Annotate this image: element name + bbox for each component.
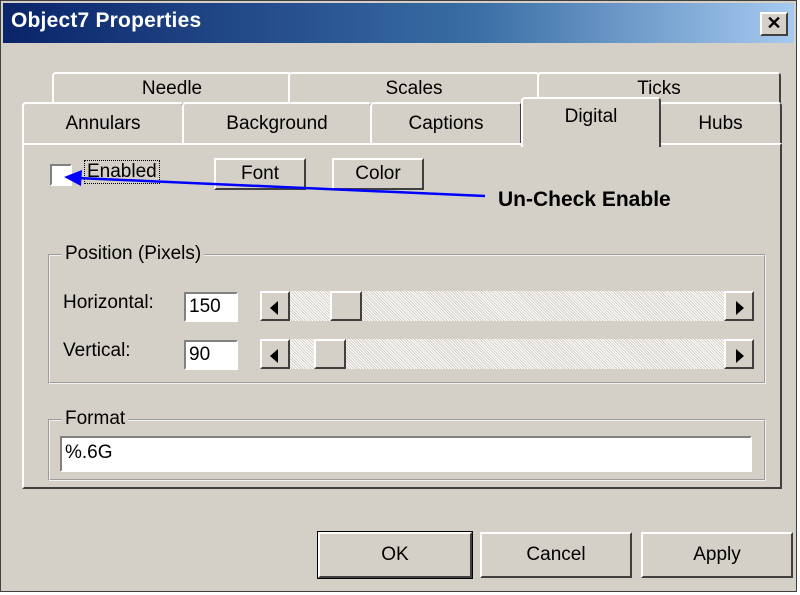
tab-label: Hubs [698,113,743,134]
cancel-button[interactable]: Cancel [480,532,632,578]
scroll-right-arrow-icon [736,301,744,315]
vertical-scrollbar[interactable] [260,339,754,369]
tab-label: Captions [408,113,484,134]
annotation-text: Un-Check Enable [498,188,671,211]
horizontal-scroll-right-button[interactable] [724,291,754,321]
scroll-left-arrow-icon [270,301,278,315]
horizontal-scrollbar[interactable] [260,291,754,321]
tab-annulars[interactable]: Annulars [22,102,184,144]
tab-background[interactable]: Background [182,102,372,144]
scroll-left-arrow-icon [270,349,278,363]
vertical-scroll-left-button[interactable] [260,339,290,369]
vertical-scroll-right-button[interactable] [724,339,754,369]
vertical-value: 90 [189,344,211,365]
horizontal-value: 150 [189,296,221,317]
color-button-label: Color [355,163,401,184]
tab-label: Annulars [65,113,141,134]
tab-needle[interactable]: Needle [52,72,292,106]
cancel-button-label: Cancel [526,544,586,565]
tab-captions[interactable]: Captions [370,102,522,144]
vertical-scroll-thumb[interactable] [314,339,346,369]
close-icon: ✕ [766,13,782,33]
horizontal-scroll-thumb[interactable] [330,291,362,321]
format-legend: Format [62,408,129,430]
tab-label: Needle [141,78,203,99]
ok-button-label: OK [381,544,409,565]
vertical-value-field[interactable]: 90 [184,340,238,370]
vertical-label: Vertical: [63,340,131,361]
font-button-label: Font [240,163,280,184]
font-button[interactable]: Font [214,158,306,190]
tab-label: Scales [385,78,443,99]
tab-digital[interactable]: Digital [521,97,661,147]
horizontal-label: Horizontal: [63,292,154,313]
enabled-checkbox[interactable] [50,164,72,186]
title-bar[interactable]: Object7 Properties ✕ [3,3,794,43]
tab-label: Ticks [637,78,681,99]
tab-label: Digital [564,106,618,127]
tab-scales[interactable]: Scales [288,72,540,106]
enabled-label[interactable]: Enabled [84,160,160,184]
scroll-right-arrow-icon [736,349,744,363]
format-field[interactable]: %.6G [60,436,752,472]
position-legend: Position (Pixels) [62,243,205,265]
horizontal-scroll-left-button[interactable] [260,291,290,321]
tab-hubs[interactable]: Hubs [659,102,782,144]
horizontal-value-field[interactable]: 150 [184,292,238,322]
tab-label: Background [226,113,328,134]
format-value: %.6G [65,442,113,463]
apply-button[interactable]: Apply [641,532,793,578]
color-button[interactable]: Color [332,158,424,190]
close-button[interactable]: ✕ [760,12,788,36]
ok-button[interactable]: OK [317,531,473,579]
window-title: Object7 Properties [11,9,202,32]
apply-button-label: Apply [693,544,741,565]
